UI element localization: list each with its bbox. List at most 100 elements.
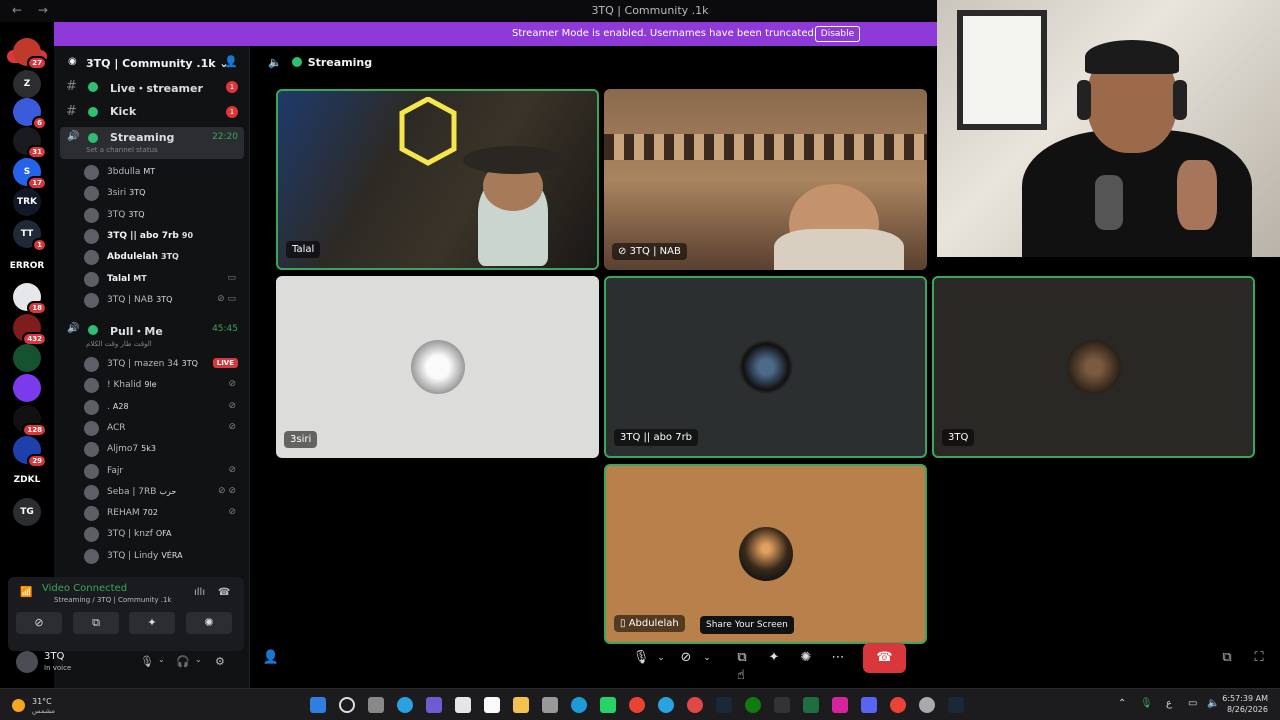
voice-member[interactable]: . A28 ⊘ xyxy=(84,398,244,416)
server-icon[interactable]: ERROR xyxy=(10,252,44,280)
channel-pull-me[interactable]: 🔊 Pull・Me 45:45 xyxy=(60,319,244,341)
window-shape xyxy=(957,10,1047,130)
epic-icon[interactable] xyxy=(774,697,790,713)
telegram-icon[interactable] xyxy=(397,697,413,713)
network-icon[interactable]: ▭ xyxy=(1188,698,1197,709)
voice-member[interactable]: 3bdulla MT xyxy=(84,163,244,181)
server-icon[interactable]: TG xyxy=(13,498,41,526)
camera-toggle-button[interactable]: ⊘ xyxy=(16,612,62,634)
channel-kick[interactable]: # Kick 1 xyxy=(60,101,244,123)
screen-share-button[interactable]: ⧉ xyxy=(73,612,119,634)
server-icon[interactable]: ZDKL xyxy=(13,466,41,494)
gear-icon[interactable]: ⚙ xyxy=(215,655,225,668)
file-icon[interactable] xyxy=(484,697,500,713)
xbox-icon[interactable] xyxy=(745,697,761,713)
voice-member[interactable]: ACR ⊘ xyxy=(84,419,244,437)
server-icon[interactable] xyxy=(13,374,41,402)
instagram-icon[interactable] xyxy=(832,697,848,713)
search-icon[interactable] xyxy=(339,697,355,713)
fullscreen-icon[interactable]: ⛶ xyxy=(1244,643,1274,673)
excel-icon[interactable] xyxy=(803,697,819,713)
voice-member[interactable]: Aljmo7 5k3 xyxy=(84,440,244,458)
channel-streaming[interactable]: 🔊 Streaming 22:20 Set a channel status xyxy=(60,127,244,159)
server-icon[interactable]: 432 xyxy=(13,314,47,346)
voice-member[interactable]: 3TQ | NAB 3TQ ⊘ ▭ xyxy=(84,291,244,309)
chevron-down-icon[interactable]: ⌄ xyxy=(195,655,202,664)
app-icon[interactable] xyxy=(687,697,703,713)
folder-icon[interactable] xyxy=(513,697,529,713)
signal-icon[interactable]: 📶 xyxy=(20,587,32,598)
soundboard-icon[interactable]: ✺ xyxy=(791,643,821,673)
video-tile-3siri[interactable]: 3siri xyxy=(276,276,599,458)
voice-member[interactable]: 3TQ | Lindy VÉRA xyxy=(84,547,244,565)
avatar[interactable] xyxy=(16,651,38,673)
disconnect-button[interactable]: ☎ xyxy=(863,643,906,673)
store-icon[interactable] xyxy=(455,697,471,713)
app-icon[interactable] xyxy=(542,697,558,713)
server-icon[interactable]: 27 xyxy=(13,38,47,70)
telegram-icon[interactable] xyxy=(658,697,674,713)
noise-icon[interactable]: ıllı xyxy=(194,587,205,598)
voice-member[interactable]: Abdulelah 3TQ xyxy=(84,248,244,266)
chevron-down-icon[interactable]: ⌄ xyxy=(158,655,165,664)
video-tile-nab[interactable]: ⊘ 3TQ | NAB xyxy=(604,89,927,270)
server-icon[interactable]: TRK xyxy=(13,188,41,216)
channel-status-text[interactable]: Set a channel status xyxy=(86,146,158,154)
chevron-down-icon[interactable]: ⌄ xyxy=(692,643,722,673)
voice-member[interactable]: Seba | 7RB حرب ⊘ ⊘ xyxy=(84,483,244,501)
server-icon[interactable]: TT 1 xyxy=(13,220,47,252)
video-tile-3tq[interactable]: 3TQ xyxy=(932,276,1255,458)
chrome-icon[interactable] xyxy=(890,697,906,713)
server-icon[interactable] xyxy=(13,344,41,372)
activities-button[interactable]: ✦ xyxy=(129,612,175,634)
server-icon[interactable]: 29 xyxy=(13,436,47,468)
video-tile-abo-7rb[interactable]: 3TQ || abo 7rb xyxy=(604,276,927,458)
server-icon[interactable]: 31 xyxy=(13,127,47,159)
chevron-up-icon[interactable]: ⌃ xyxy=(1118,698,1126,709)
channel-live-streamer[interactable]: # Live・streamer 1 xyxy=(60,76,244,98)
video-tile-talal[interactable]: Talal xyxy=(276,89,599,270)
windows-start-icon[interactable] xyxy=(310,697,326,713)
voice-member[interactable]: Talal MT ▭ xyxy=(84,270,244,288)
discord-icon[interactable] xyxy=(861,697,877,713)
disconnect-icon[interactable]: ☎ xyxy=(218,587,230,598)
popout-icon[interactable]: ⧉ xyxy=(1212,643,1242,673)
headphones-icon[interactable]: 🎧 xyxy=(176,655,190,668)
server-icon[interactable]: 128 xyxy=(13,405,47,437)
microphone-icon[interactable]: 🎙 xyxy=(1140,698,1153,709)
voice-member[interactable]: 3siri 3TQ xyxy=(84,184,244,202)
voice-connected-label: Video Connected xyxy=(42,583,128,594)
more-options-icon[interactable]: ⋯ xyxy=(823,643,853,673)
voice-member[interactable]: ! Khalid 9le ⊘ xyxy=(84,376,244,394)
app-icon[interactable] xyxy=(426,697,442,713)
server-icon[interactable]: Z xyxy=(13,70,41,98)
server-icon[interactable]: 18 xyxy=(13,283,47,315)
voice-member[interactable]: 3TQ 3TQ xyxy=(84,206,244,224)
server-icon[interactable]: S 17 xyxy=(13,158,47,190)
task-view-icon[interactable] xyxy=(368,697,384,713)
microphone-icon[interactable]: 🎙 xyxy=(140,655,154,668)
steam-icon[interactable] xyxy=(716,697,732,713)
app-icon[interactable] xyxy=(919,697,935,713)
soundboard-button[interactable]: ✺ xyxy=(186,612,232,634)
voice-member[interactable]: 3TQ || abo 7rb 90 xyxy=(84,227,244,245)
invite-icon[interactable]: 👤 xyxy=(256,643,286,673)
disable-button[interactable]: Disable xyxy=(815,26,860,42)
voice-member[interactable]: Fajr ⊘ xyxy=(84,462,244,480)
chrome-icon[interactable] xyxy=(629,697,645,713)
tile-name: 3TQ xyxy=(942,429,975,446)
edge-icon[interactable] xyxy=(571,697,587,713)
voice-channel-label[interactable]: Streaming / 3TQ | Community .1k xyxy=(54,596,171,604)
volume-icon[interactable]: 🔈 xyxy=(1207,698,1219,709)
voice-member[interactable]: REHAM 702 ⊘ xyxy=(84,504,244,522)
steam-icon[interactable] xyxy=(948,697,964,713)
activities-icon[interactable]: ✦ xyxy=(759,643,789,673)
whatsapp-icon[interactable] xyxy=(600,697,616,713)
clock[interactable]: 6:57:39 AM 8/26/2026 xyxy=(1222,693,1268,715)
voice-member[interactable]: 3TQ | knzf OFA xyxy=(84,525,244,543)
server-icon[interactable]: 6 xyxy=(13,98,47,130)
voice-member[interactable]: 3TQ | mazen 34 3TQ LIVE xyxy=(84,355,244,373)
language-indicator[interactable]: ع xyxy=(1166,698,1172,709)
server-header[interactable]: ◉ 3TQ | Community .1k ⌄ 👤 xyxy=(54,46,250,78)
invite-icon[interactable]: 👤 xyxy=(224,55,238,68)
